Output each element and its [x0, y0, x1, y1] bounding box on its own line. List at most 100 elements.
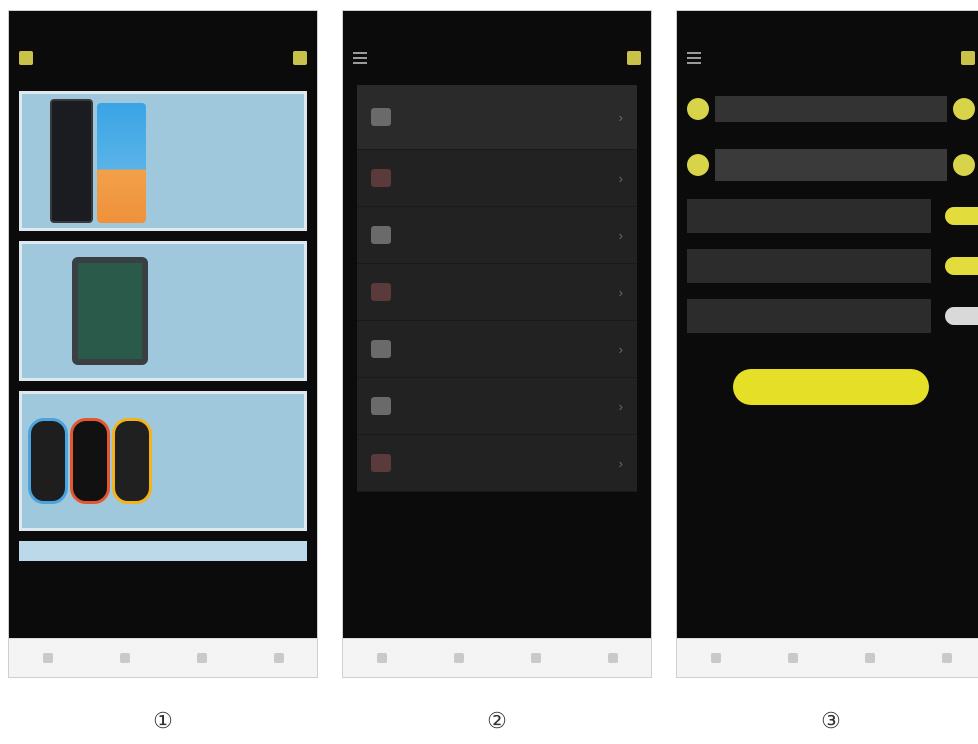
menu-item-address[interactable]: ›: [357, 264, 637, 321]
category-icon: [453, 653, 464, 663]
phone-screen-3: [676, 10, 978, 678]
chevron-right-icon: ›: [618, 341, 623, 357]
watch-yellow-image: [112, 418, 152, 504]
menu-icon[interactable]: [687, 52, 701, 64]
section-heading: [677, 131, 978, 143]
apply-button[interactable]: [733, 369, 929, 405]
nav-account[interactable]: [607, 653, 618, 663]
user-icon: [371, 108, 391, 126]
cart-nav-icon: [864, 653, 875, 663]
cart-icon[interactable]: [961, 51, 975, 65]
toggle-switch-on[interactable]: [945, 207, 978, 225]
menu-list: › › › › › › ›: [357, 85, 637, 492]
nav-account[interactable]: [941, 653, 952, 663]
screen-label-3: ③: [821, 708, 841, 733]
chevron-right-icon: ›: [618, 455, 623, 471]
chevron-right-icon: ›: [618, 109, 623, 125]
orders-icon: [371, 169, 391, 187]
watches-image: [28, 401, 168, 521]
service-icon: [371, 397, 391, 415]
option-label: [687, 199, 931, 233]
account-icon: [273, 653, 284, 663]
cart-nav-icon: [196, 653, 207, 663]
phone-screen-1: [8, 10, 318, 678]
status-bar: [677, 11, 978, 41]
product-card-tablet[interactable]: [19, 241, 307, 381]
nav-home[interactable]: [42, 653, 53, 663]
menu-item-profile[interactable]: ›: [357, 85, 637, 150]
slider-1[interactable]: [687, 89, 975, 129]
option-row: [687, 197, 978, 235]
menu-item-coupons[interactable]: ›: [357, 207, 637, 264]
category-icon: [119, 653, 130, 663]
slider-min-knob[interactable]: [687, 98, 709, 120]
slider-track[interactable]: [715, 149, 947, 181]
option-label: [687, 299, 931, 333]
menu-item-settings[interactable]: ›: [357, 321, 637, 378]
option-row: [687, 247, 978, 285]
status-bar: [343, 11, 651, 41]
cart-nav-icon: [530, 653, 541, 663]
toggle-switch-off[interactable]: [945, 307, 978, 325]
slider-track[interactable]: [715, 96, 947, 122]
toggle-switch-on[interactable]: [945, 257, 978, 275]
nav-account[interactable]: [273, 653, 284, 663]
home-icon: [376, 653, 387, 663]
nav-category[interactable]: [453, 653, 464, 663]
bottom-nav: [9, 638, 317, 677]
chevron-right-icon: ›: [618, 398, 623, 414]
section-heading: [677, 75, 978, 87]
menu-item-orders[interactable]: ›: [357, 150, 637, 207]
product-card-partial[interactable]: [19, 541, 307, 561]
phone-dark-image: [50, 99, 94, 223]
nav-home[interactable]: [376, 653, 387, 663]
account-icon: [607, 653, 618, 663]
top-bar: [677, 41, 978, 75]
phones-image: [50, 99, 146, 223]
chevron-right-icon: ›: [618, 227, 623, 243]
watch-blue-image: [28, 418, 68, 504]
chevron-right-icon: ›: [618, 284, 623, 300]
slider-min-knob[interactable]: [687, 154, 709, 176]
option-row: [687, 297, 978, 335]
phone-screen-2: › › › › › › ›: [342, 10, 652, 678]
account-icon: [941, 653, 952, 663]
category-icon: [787, 653, 798, 663]
option-label: [687, 249, 931, 283]
home-icon: [710, 653, 721, 663]
screen-label-1: ①: [153, 708, 173, 733]
cart-icon[interactable]: [293, 51, 307, 65]
bottom-nav: [343, 638, 651, 677]
tablet-image: [72, 257, 148, 365]
menu-icon[interactable]: [353, 52, 367, 64]
logout-icon: [371, 454, 391, 472]
nav-cart[interactable]: [530, 653, 541, 663]
slider-max-knob[interactable]: [953, 98, 975, 120]
bottom-nav: [677, 638, 978, 677]
menu-item-service[interactable]: ›: [357, 378, 637, 435]
app-icon[interactable]: [19, 51, 33, 65]
slider-2[interactable]: [687, 145, 975, 185]
home-icon: [42, 653, 53, 663]
nav-cart[interactable]: [864, 653, 875, 663]
slider-max-knob[interactable]: [953, 154, 975, 176]
top-bar: [343, 41, 651, 75]
product-card-watches[interactable]: [19, 391, 307, 531]
cart-icon[interactable]: [627, 51, 641, 65]
promo-banner: [9, 75, 317, 91]
menu-item-logout[interactable]: ›: [357, 435, 637, 492]
watch-red-image: [70, 418, 110, 504]
screen-label-2: ②: [487, 708, 507, 733]
coupon-icon: [371, 226, 391, 244]
phone-blue-image: [97, 103, 146, 223]
settings-icon: [371, 340, 391, 358]
product-card-phones[interactable]: [19, 91, 307, 231]
nav-cart[interactable]: [196, 653, 207, 663]
nav-category[interactable]: [787, 653, 798, 663]
address-icon: [371, 283, 391, 301]
top-bar: [9, 41, 317, 75]
status-bar: [9, 11, 317, 41]
nav-category[interactable]: [119, 653, 130, 663]
chevron-right-icon: ›: [618, 170, 623, 186]
nav-home[interactable]: [710, 653, 721, 663]
